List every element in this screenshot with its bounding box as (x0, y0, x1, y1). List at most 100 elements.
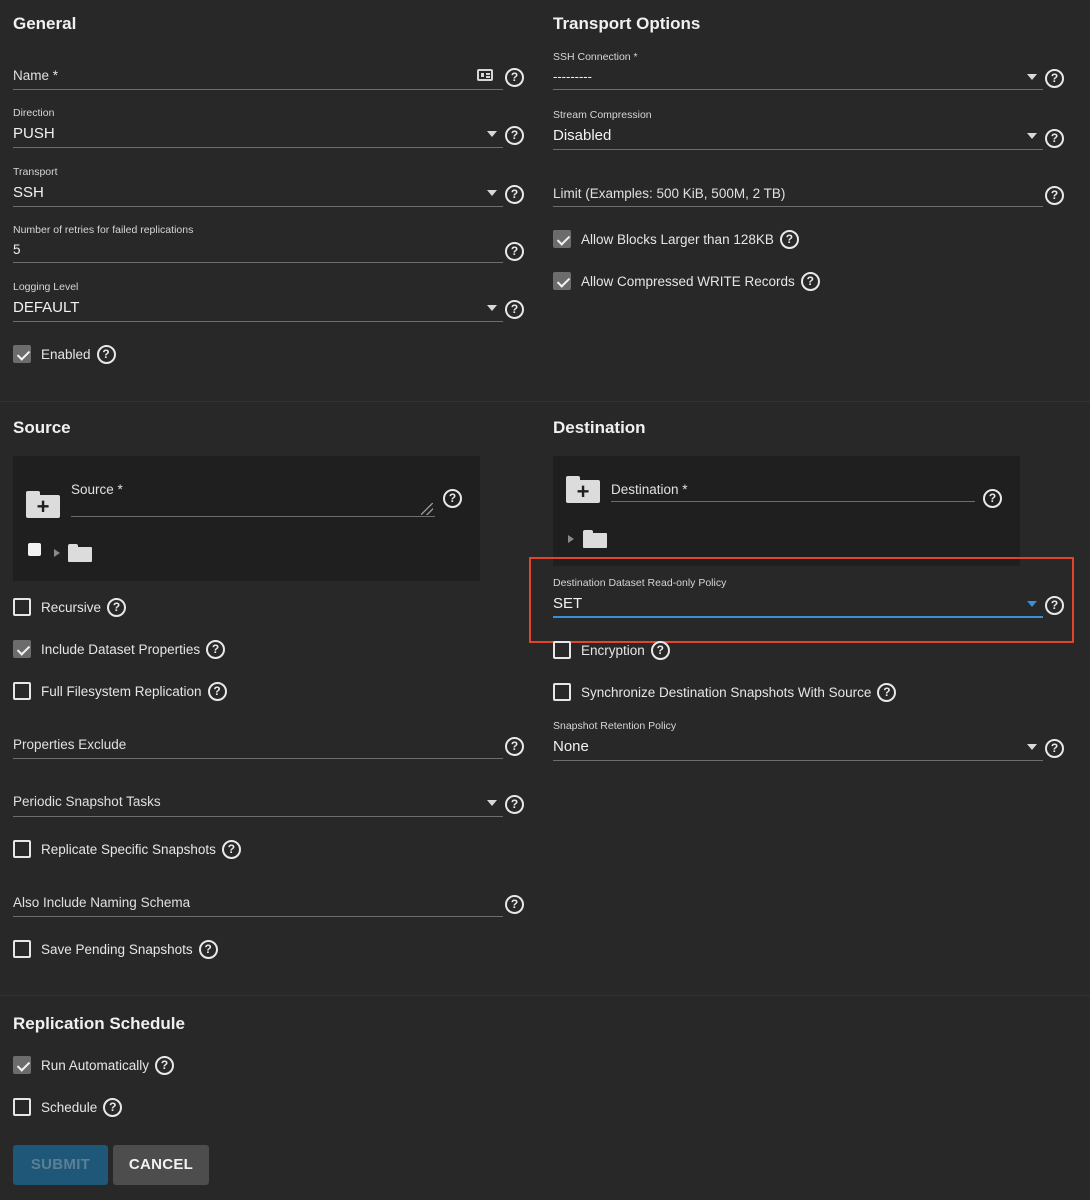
direction-underline (13, 147, 503, 148)
limit-input[interactable]: Limit (Examples: 500 KiB, 500M, 2 TB) (553, 180, 1043, 208)
name-help-icon[interactable]: ? (505, 68, 524, 87)
expand-arrow-icon[interactable] (54, 549, 60, 557)
sync-snapshots-help-icon[interactable]: ? (877, 682, 897, 702)
readonly-policy-label: Destination Dataset Read-only Policy (553, 577, 727, 589)
run-auto-checkbox[interactable] (13, 1056, 31, 1074)
source-label: Source * (71, 482, 123, 497)
transport-value: SSH (13, 184, 44, 201)
periodic-tasks-help-icon[interactable]: ? (505, 795, 524, 814)
ssh-connection-help-icon[interactable]: ? (1045, 69, 1064, 88)
save-pending-checkbox[interactable] (13, 940, 31, 958)
allow-compressed-label: Allow Compressed WRITE Records (581, 273, 795, 289)
schedule-row[interactable]: Schedule ? (13, 1097, 123, 1117)
sync-snapshots-row[interactable]: Synchronize Destination Snapshots With S… (553, 682, 897, 702)
ssh-connection-caret-icon (1027, 74, 1037, 80)
source-tree-checkbox[interactable] (28, 543, 41, 556)
direction-help-icon[interactable]: ? (505, 126, 524, 145)
enabled-checkbox-row[interactable]: Enabled ? (13, 344, 116, 364)
add-folder-icon[interactable]: + (566, 476, 600, 503)
direction-caret-icon (487, 131, 497, 137)
resize-grip-icon[interactable] (421, 503, 433, 515)
recursive-help-icon[interactable]: ? (107, 597, 127, 617)
source-explorer: + Source * (13, 456, 480, 581)
allow-large-blocks-help-icon[interactable]: ? (779, 229, 799, 249)
schedule-section-title: Replication Schedule (13, 1014, 185, 1033)
logging-level-select[interactable]: Logging Level DEFAULT (13, 281, 503, 323)
allow-compressed-help-icon[interactable]: ? (800, 271, 820, 291)
limit-label: Limit (Examples: 500 KiB, 500M, 2 TB) (553, 186, 786, 201)
enabled-checkbox[interactable] (13, 345, 31, 363)
retries-value: 5 (13, 242, 21, 257)
allow-large-blocks-row[interactable]: Allow Blocks Larger than 128KB ? (553, 229, 799, 249)
destination-input[interactable]: Destination * (611, 482, 975, 502)
readonly-policy-value: SET (553, 595, 583, 612)
save-pending-help-icon[interactable]: ? (198, 939, 218, 959)
periodic-tasks-caret-icon (487, 800, 497, 806)
retries-label: Number of retries for failed replication… (13, 224, 194, 236)
name-field[interactable]: Name * (13, 62, 503, 92)
readonly-policy-help-icon[interactable]: ? (1045, 596, 1064, 615)
schedule-help-icon[interactable]: ? (103, 1097, 123, 1117)
cancel-button[interactable]: CANCEL (113, 1145, 209, 1185)
general-section-title: General (13, 14, 77, 33)
recursive-row[interactable]: Recursive ? (13, 597, 127, 617)
full-fs-checkbox[interactable] (13, 682, 31, 700)
recursive-label: Recursive (41, 599, 102, 615)
submit-button[interactable]: SUBMIT (13, 1145, 108, 1185)
destination-label: Destination * (611, 482, 688, 497)
stream-compression-select[interactable]: Stream Compression Disabled (553, 109, 1043, 151)
destination-help-icon[interactable]: ? (983, 489, 1002, 508)
encryption-row[interactable]: Encryption ? (553, 640, 670, 660)
include-props-row[interactable]: Include Dataset Properties ? (13, 639, 226, 659)
readonly-policy-select[interactable]: Destination Dataset Read-only Policy SET (553, 577, 1043, 619)
source-section-title: Source (13, 418, 71, 437)
allow-compressed-row[interactable]: Allow Compressed WRITE Records ? (553, 271, 820, 291)
save-pending-row[interactable]: Save Pending Snapshots ? (13, 939, 218, 959)
stream-compression-help-icon[interactable]: ? (1045, 129, 1064, 148)
naming-schema-help-icon[interactable]: ? (505, 895, 524, 914)
periodic-tasks-select[interactable]: Periodic Snapshot Tasks (13, 788, 503, 818)
ssh-connection-select[interactable]: SSH Connection * --------- (553, 51, 1043, 91)
allow-large-blocks-label: Allow Blocks Larger than 128KB (581, 231, 774, 247)
allow-large-blocks-checkbox[interactable] (553, 230, 571, 248)
replicate-specific-checkbox[interactable] (13, 840, 31, 858)
encryption-checkbox[interactable] (553, 641, 571, 659)
props-exclude-input[interactable]: Properties Exclude (13, 731, 503, 759)
source-help-icon[interactable]: ? (443, 489, 462, 508)
direction-label: Direction (13, 107, 55, 119)
full-fs-row[interactable]: Full Filesystem Replication ? (13, 681, 227, 701)
logging-help-icon[interactable]: ? (505, 300, 524, 319)
retries-help-icon[interactable]: ? (505, 242, 524, 261)
allow-compressed-checkbox[interactable] (553, 272, 571, 290)
source-input[interactable]: Source * (71, 481, 435, 517)
add-folder-icon[interactable]: + (26, 491, 60, 518)
id-card-icon (477, 69, 493, 81)
run-auto-help-icon[interactable]: ? (155, 1055, 175, 1075)
transport-help-icon[interactable]: ? (505, 185, 524, 204)
naming-schema-input[interactable]: Also Include Naming Schema (13, 889, 503, 917)
run-auto-row[interactable]: Run Automatically ? (13, 1055, 175, 1075)
retries-input[interactable]: Number of retries for failed replication… (13, 224, 503, 264)
recursive-checkbox[interactable] (13, 598, 31, 616)
limit-underline (553, 206, 1043, 207)
direction-select[interactable]: Direction PUSH (13, 107, 503, 149)
retention-policy-select[interactable]: Snapshot Retention Policy None (553, 720, 1043, 762)
include-props-checkbox[interactable] (13, 640, 31, 658)
include-props-help-icon[interactable]: ? (206, 639, 226, 659)
enabled-help-icon[interactable]: ? (96, 344, 116, 364)
full-fs-help-icon[interactable]: ? (207, 681, 227, 701)
stream-compression-underline (553, 149, 1043, 150)
limit-help-icon[interactable]: ? (1045, 186, 1064, 205)
props-exclude-help-icon[interactable]: ? (505, 737, 524, 756)
transport-select[interactable]: Transport SSH (13, 166, 503, 208)
sync-snapshots-checkbox[interactable] (553, 683, 571, 701)
retention-help-icon[interactable]: ? (1045, 739, 1064, 758)
replicate-specific-help-icon[interactable]: ? (221, 839, 241, 859)
periodic-tasks-underline (13, 816, 503, 817)
expand-arrow-icon[interactable] (568, 535, 574, 543)
encryption-help-icon[interactable]: ? (650, 640, 670, 660)
destination-underline (611, 501, 975, 502)
logging-underline (13, 321, 503, 322)
schedule-checkbox[interactable] (13, 1098, 31, 1116)
replicate-specific-row[interactable]: Replicate Specific Snapshots ? (13, 839, 241, 859)
